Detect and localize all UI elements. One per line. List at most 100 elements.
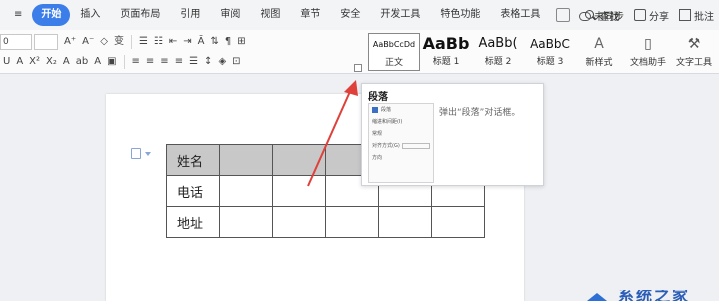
table-cell[interactable]: 地址 (166, 206, 220, 238)
style-preview: AaBbCcDd (372, 40, 416, 49)
table-cell[interactable] (272, 144, 326, 176)
table-style-icon[interactable] (556, 8, 571, 22)
separator (130, 35, 132, 49)
doc-helper-icon: ▯ (644, 36, 652, 52)
tab-security[interactable]: 安全 (330, 4, 370, 26)
ribbon-row-font: 0 A⁺ A⁻ ◇ 变 ☰ ☷ ⇤ ⇥ Ā ⇅ ¶ ⊞ (0, 32, 249, 52)
watermark-text: 系统之家 (618, 290, 691, 301)
paragraph-dialog-preview: 段落 缩进和间距(I) 常规 对齐方式(G) 方向 (368, 103, 434, 183)
paragraph-dialog-launcher[interactable] (354, 64, 362, 72)
tab-page-layout[interactable]: 页面布局 (110, 4, 170, 26)
subscript-button[interactable]: X₂ (43, 53, 60, 71)
superscript-button[interactable]: X² (26, 53, 43, 71)
style-name: 正文 (384, 58, 403, 68)
new-style-button[interactable]: A 新样式 (580, 33, 618, 71)
styles-gallery: AaBbCcDd 正文 AaBb 标题 1 AaBb( 标题 2 AaBbC 标… (368, 33, 576, 71)
preview-select-box (401, 142, 430, 149)
strikethrough-button[interactable]: A (13, 53, 26, 71)
style-name: 标题 2 (484, 57, 512, 67)
shrink-font-button[interactable]: A⁻ (79, 33, 97, 51)
share-button[interactable]: 分享 (629, 8, 674, 23)
doc-helper-label: 文档助手 (629, 58, 666, 68)
numbering-icon[interactable]: ☷ (151, 33, 166, 51)
align-left-icon[interactable]: ≡ (129, 53, 143, 71)
table-cell[interactable] (272, 206, 326, 238)
text-tools-label: 文字工具 (675, 58, 712, 68)
style-normal[interactable]: AaBbCcDd 正文 (368, 33, 420, 71)
clear-format-icon[interactable]: ◇ (97, 33, 111, 51)
highlight-icon[interactable]: ab (73, 53, 91, 71)
share-label: 分享 (649, 11, 669, 23)
tab-developer[interactable]: 开发工具 (370, 4, 430, 26)
watermark-logo-icon (584, 291, 610, 301)
style-name: 标题 3 (536, 57, 564, 67)
tab-special-features[interactable]: 特色功能 (430, 4, 490, 26)
cloud-icon (579, 11, 591, 21)
style-heading-2[interactable]: AaBb( 标题 2 (472, 33, 524, 71)
style-preview: AaBb (422, 34, 470, 53)
preview-alignment-label: 对齐方式(G) (372, 143, 400, 149)
bullets-icon[interactable]: ☰ (136, 33, 151, 51)
table-cell[interactable] (378, 206, 432, 238)
text-direction-icon[interactable]: Ā (195, 33, 208, 51)
tab-review[interactable]: 审阅 (210, 4, 250, 26)
preview-tab-indent: 缩进和间距(I) (372, 119, 403, 125)
tab-insert[interactable]: 插入 (70, 4, 110, 26)
table-row: 地址 (166, 206, 485, 238)
justify-icon[interactable]: ≡ (172, 53, 186, 71)
table-cell[interactable] (325, 206, 379, 238)
dialog-icon (372, 107, 378, 113)
sort-icon[interactable]: ⇅ (208, 33, 222, 51)
table-move-handle-icon[interactable] (131, 148, 151, 159)
distribute-icon[interactable]: ☰ (186, 53, 201, 71)
font-color-icon[interactable]: A (91, 53, 104, 71)
font-name-select[interactable]: 0 (0, 34, 32, 50)
menu-bar: ≡ 开始 插入 页面布局 引用 审阅 视图 章节 安全 开发工具 特色功能 表格… (0, 0, 719, 30)
sync-button[interactable]: 未同步 (574, 8, 629, 23)
new-style-icon: A (594, 36, 604, 52)
tab-section[interactable]: 章节 (290, 4, 330, 26)
tab-view[interactable]: 视图 (250, 4, 290, 26)
preview-alignment: 对齐方式(G) (372, 142, 430, 149)
tab-table-tools[interactable]: 表格工具 (490, 4, 550, 26)
phonetic-guide-icon[interactable]: 变 (111, 33, 127, 51)
table-borders-icon[interactable]: ⊞ (234, 33, 248, 51)
text-effect-icon[interactable]: A (60, 53, 73, 71)
align-center-icon[interactable]: ≡ (143, 53, 157, 71)
shading-icon[interactable]: ◈ (215, 53, 229, 71)
grow-font-button[interactable]: A⁺ (61, 33, 79, 51)
table-cell[interactable] (272, 175, 326, 207)
preview-direction: 方向 (372, 155, 383, 161)
table-cell[interactable]: 电话 (166, 175, 220, 207)
style-heading-3[interactable]: AaBbC 标题 3 (524, 33, 576, 71)
annotate-label: 批注 (694, 11, 714, 23)
menu-file-fragment[interactable]: ≡ (4, 4, 32, 26)
line-spacing-icon[interactable]: ↕ (201, 53, 215, 71)
char-border-icon[interactable]: ▣ (104, 53, 119, 71)
annotate-button[interactable]: 批注 (674, 8, 719, 23)
sync-label: 未同步 (594, 11, 624, 23)
table-cell[interactable] (219, 175, 273, 207)
menu-right-group: 未同步 分享 批注 (574, 0, 719, 30)
text-tools-button[interactable]: ⚒ 文字工具 (672, 33, 716, 71)
table-cell[interactable]: 姓名 (166, 144, 220, 176)
borders-icon[interactable]: ⊡ (229, 53, 243, 71)
comment-icon (679, 9, 691, 21)
table-cell[interactable] (219, 144, 273, 176)
increase-indent-icon[interactable]: ⇥ (180, 33, 194, 51)
watermark: 系统之家 (584, 290, 690, 301)
separator (123, 55, 125, 69)
underline-button[interactable]: U (0, 53, 13, 71)
tab-references[interactable]: 引用 (170, 4, 210, 26)
table-cell[interactable] (431, 206, 485, 238)
style-name: 标题 1 (432, 57, 460, 67)
show-marks-icon[interactable]: ¶ (222, 33, 234, 51)
wps-writer-window: ≡ 开始 插入 页面布局 引用 审阅 视图 章节 安全 开发工具 特色功能 表格… (0, 0, 719, 301)
style-heading-1[interactable]: AaBb 标题 1 (420, 33, 472, 71)
align-right-icon[interactable]: ≡ (157, 53, 171, 71)
decrease-indent-icon[interactable]: ⇤ (166, 33, 180, 51)
font-size-select[interactable] (34, 34, 58, 50)
table-cell[interactable] (219, 206, 273, 238)
doc-helper-button[interactable]: ▯ 文档助手 (626, 33, 670, 71)
tab-home[interactable]: 开始 (32, 4, 71, 26)
